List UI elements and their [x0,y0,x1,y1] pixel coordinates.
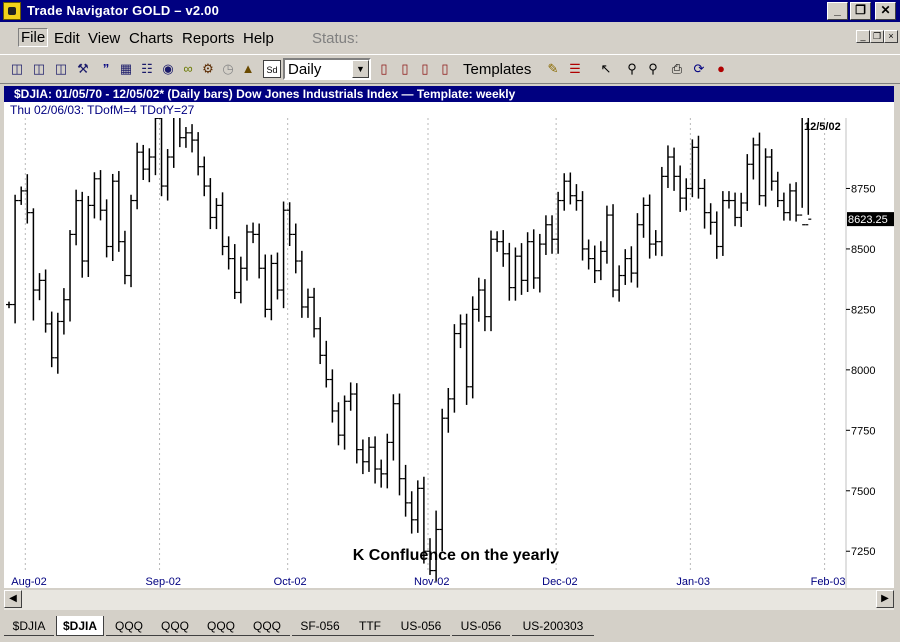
scroll-right-button[interactable]: ▶ [876,590,894,608]
status-label: Status: [312,30,359,47]
printer-icon[interactable]: ⎙ [668,60,686,78]
lines-icon[interactable]: ☰ [566,60,584,78]
bars-4-icon[interactable]: ▯ [436,60,454,78]
x-tick-label: Nov-02 [414,576,449,588]
y-tick-label: 7750 [851,425,875,437]
menu-file[interactable]: File [18,28,49,47]
zoom-fit-icon[interactable]: ◫ [52,60,70,78]
menu-charts[interactable]: Charts [129,30,173,47]
tab-qqq-3[interactable]: QQQ [198,616,244,636]
menu-bar: File Edit View Charts Reports Help Statu… [0,24,900,52]
symbol-tab-bar: $DJIA $DJIA QQQ QQQ QQQ QQQ SF-056 TTF U… [0,612,900,642]
title-bar: Trade Navigator GOLD – v2.00 _ ❐ ✕ [0,0,900,22]
tab-us-200303[interactable]: US-200303 [512,616,594,636]
y-tick-label: 8750 [851,183,875,195]
tab-sf-056[interactable]: SF-056 [292,616,348,636]
tab-us-056-2[interactable]: US-056 [452,616,510,636]
app-icon[interactable] [3,2,21,20]
quotes-icon[interactable]: ” [97,60,115,78]
chart-annotation: K Confluence on the yearly [353,547,559,564]
mdi-restore-button[interactable]: ❐ [870,30,884,43]
tab-qqq-1[interactable]: QQQ [106,616,152,636]
x-tick-label: Aug-02 [11,576,46,588]
templates-menu[interactable]: Templates [463,61,531,78]
maximize-button[interactable]: ❐ [850,2,871,20]
chart-title-bar: $DJIA: 01/05/70 - 12/05/02* (Daily bars)… [4,86,894,102]
minimize-button[interactable]: _ [827,2,848,20]
y-tick-label: 8500 [851,244,875,256]
chevron-down-icon[interactable]: ▼ [352,60,369,78]
menu-view[interactable]: View [88,30,120,47]
scroll-left-button[interactable]: ◀ [4,590,22,608]
magnify-minus-icon[interactable]: ⚲ [644,60,662,78]
zoom-in-icon[interactable]: ◫ [8,60,26,78]
tab-djia-2[interactable]: $DJIA [56,616,104,636]
chart-svg[interactable]: Aug-02 Sep-02 Oct-02 Nov-02 Dec-02 Jan-03 Feb-… [4,118,894,588]
x-tick-label: Dec-02 [542,576,577,588]
horizontal-scrollbar[interactable]: ◀ ▶ [4,590,894,610]
x-tick-label: Oct-02 [274,576,307,588]
clock-icon[interactable]: ◷ [219,60,237,78]
y-tick-label: 7250 [851,546,875,558]
x-tick-label: Jan-03 [676,576,710,588]
mdi-close-button[interactable]: × [884,30,898,43]
tab-ttf[interactable]: TTF [348,616,392,636]
zoom-out-icon[interactable]: ◫ [30,60,48,78]
refresh-icon[interactable]: ⟳ [690,60,708,78]
period-select[interactable]: Daily ▼ [283,58,371,80]
last-price-label: 8623.25 [848,214,888,226]
mdi-minimize-button[interactable]: _ [856,30,870,43]
sd-icon[interactable]: Sd [263,60,281,78]
y-tick-label: 8250 [851,304,875,316]
bars-1-icon[interactable]: ▯ [375,60,393,78]
x-tick-label: Feb-03 [811,576,846,588]
app-window: Trade Navigator GOLD – v2.00 _ ❐ ✕ File … [0,0,900,642]
price-chart[interactable]: Aug-02 Sep-02 Oct-02 Nov-02 Dec-02 Jan-03 Feb-… [4,118,894,588]
bars-3-icon[interactable]: ▯ [416,60,434,78]
toolbar: ◫ ◫ ◫ ⚒ ” ▦ ☷ ◉ ∞ ⚙ ◷ ▲ Sd Daily ▼ ▯ ▯ ▯… [0,54,900,84]
pencil-icon[interactable]: ✎ [544,60,562,78]
traffic-light-icon[interactable]: ● [712,60,730,78]
tab-us-056-1[interactable]: US-056 [392,616,450,636]
camera-icon[interactable]: ◉ [159,60,177,78]
print-preview-icon[interactable]: ☷ [138,60,156,78]
bars-2-icon[interactable]: ▯ [396,60,414,78]
chart-info-line: Thu 02/06/03: TDofM=4 TDofY=27 [4,102,894,118]
gear-icon[interactable]: ⚙ [199,60,217,78]
window-title: Trade Navigator GOLD – v2.00 [27,3,220,18]
x-tick-label: Sep-02 [146,576,181,588]
y-tick-label: 8000 [851,365,875,377]
magnify-plus-icon[interactable]: ⚲ [623,60,641,78]
menu-edit[interactable]: Edit [54,30,80,47]
tools-icon[interactable]: ⚒ [74,60,92,78]
close-button[interactable]: ✕ [875,2,896,20]
tab-qqq-4[interactable]: QQQ [244,616,290,636]
menu-help[interactable]: Help [243,30,274,47]
period-select-value: Daily [288,61,322,78]
grid-icon[interactable]: ▦ [117,60,135,78]
tab-qqq-2[interactable]: QQQ [152,616,198,636]
link-icon[interactable]: ∞ [179,60,197,78]
y-tick-label: 7500 [851,486,875,498]
menu-reports[interactable]: Reports [182,30,235,47]
hat-icon[interactable]: ▲ [239,60,257,78]
cursor-icon[interactable]: ↖ [597,60,615,78]
tab-djia-1[interactable]: $DJIA [4,616,54,636]
last-date-label: 12/5/02 [804,121,841,133]
